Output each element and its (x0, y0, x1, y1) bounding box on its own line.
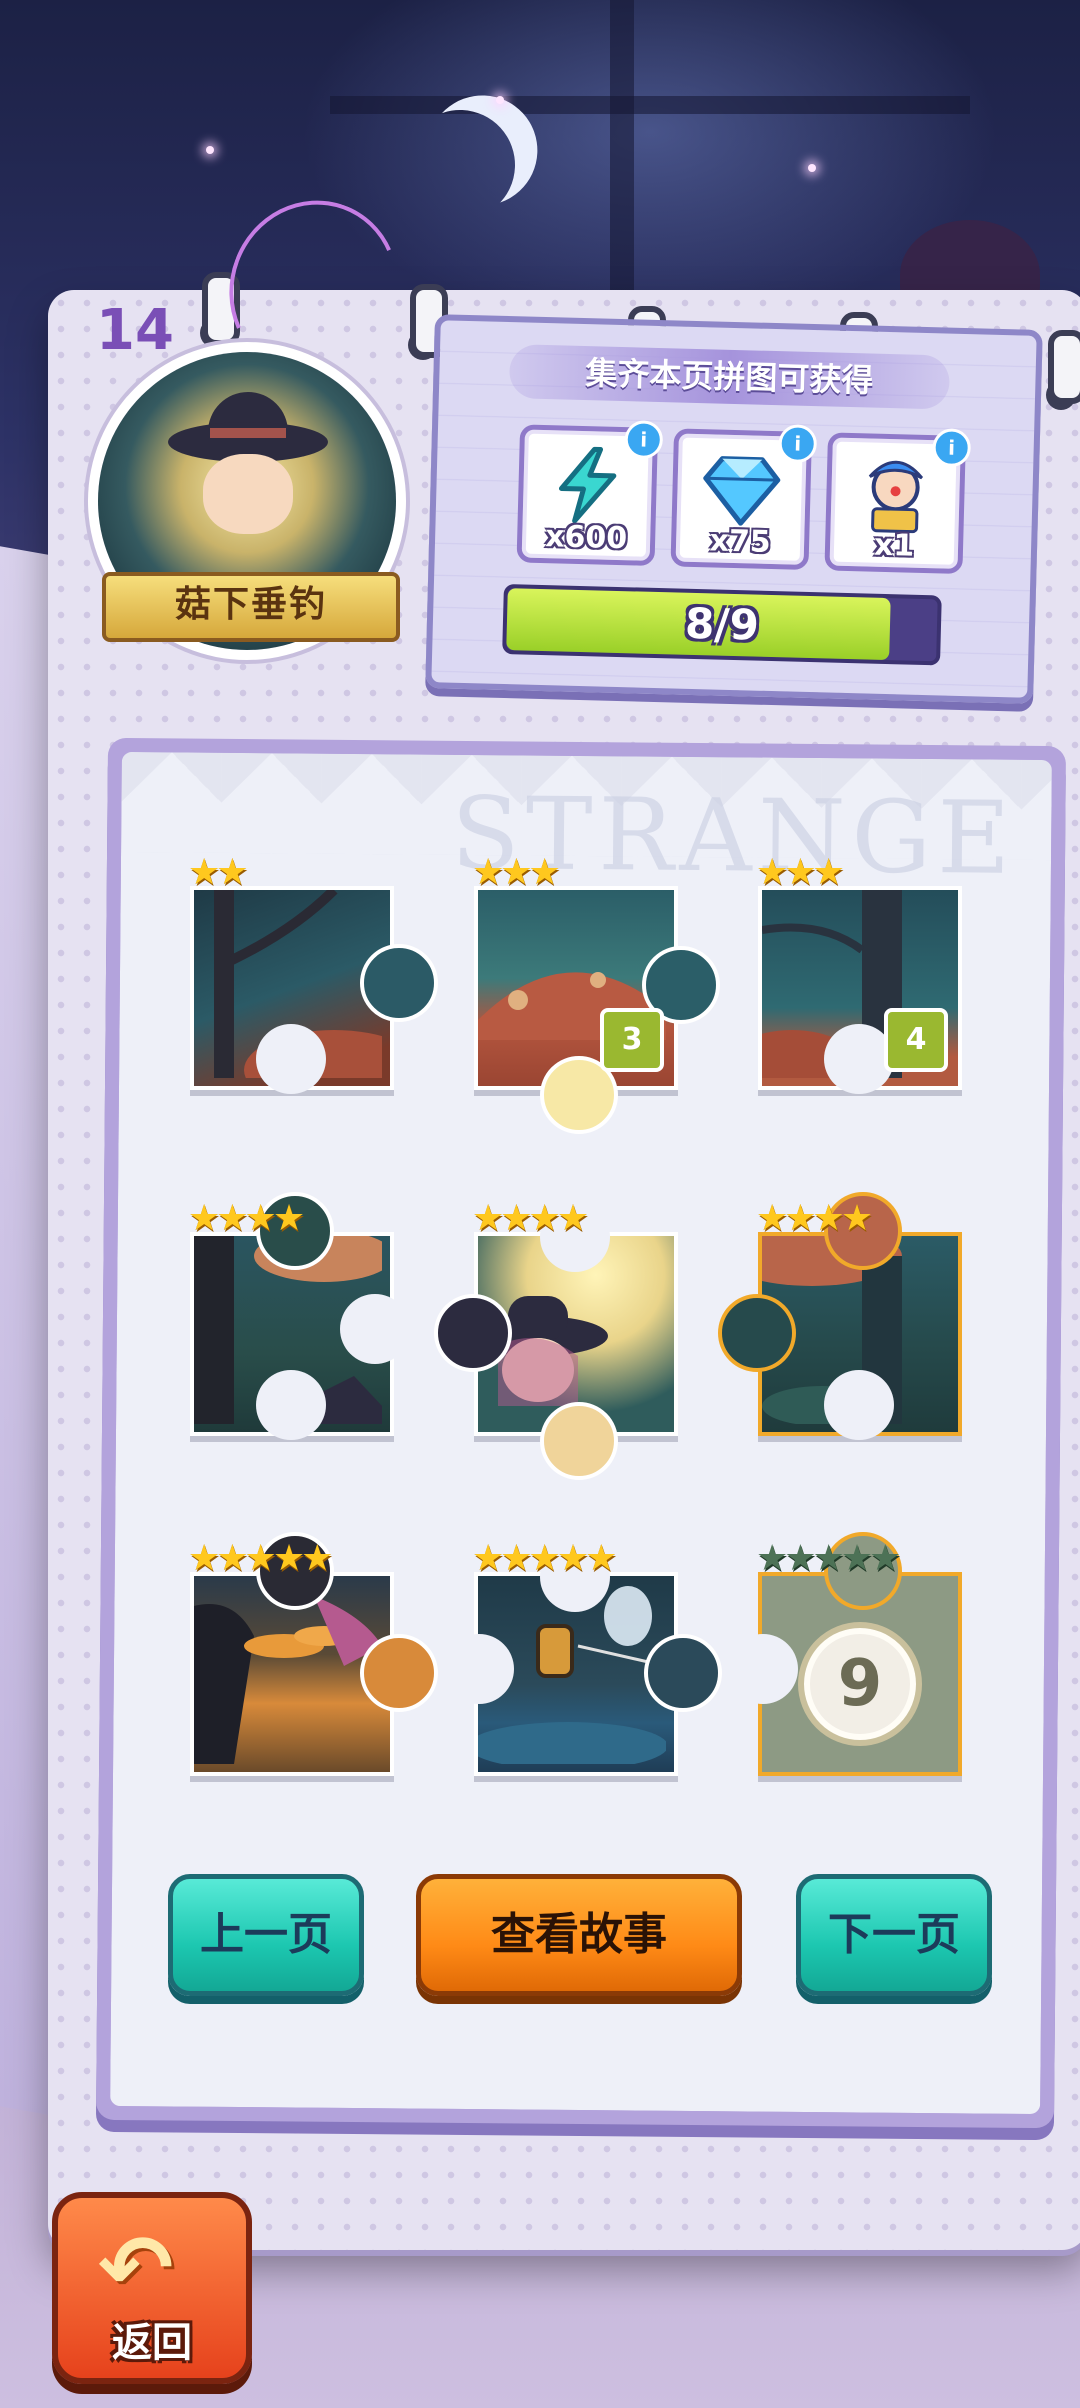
piece-notch (728, 1634, 798, 1704)
return-arrow-icon: ↶ (98, 2216, 174, 2321)
puzzle-piece-9-locked[interactable]: 9 ★★★★★ (728, 1532, 962, 1776)
star-sparkle (496, 96, 504, 104)
piece-notch (444, 1634, 514, 1704)
puzzle-piece-7[interactable]: ★★★★★ (188, 1532, 438, 1776)
piece-knob (718, 1294, 796, 1372)
piece-knob (360, 1634, 438, 1712)
reward-title: 集齐本页拼图可获得 (508, 344, 951, 410)
piece-knob (434, 1294, 512, 1372)
piece-stars: ★★★★★ (472, 1538, 617, 1579)
face (203, 454, 293, 534)
puzzle-piece-5[interactable]: ★★★★ (434, 1198, 678, 1480)
game-screen: 14 菇下垂钓 集齐本页拼图可获得 x600 i x75 i x1 i 8/9 … (0, 0, 1080, 2408)
piece-knob (360, 944, 438, 1022)
window-frame (610, 0, 634, 330)
next-page-button[interactable]: 下一页 (796, 1874, 992, 1996)
puzzle-piece-4[interactable]: ★★★★ (188, 1192, 410, 1440)
piece-stars: ★★★★ (188, 1198, 305, 1239)
back-label: 返回 (112, 2320, 192, 2366)
info-icon[interactable]: i (624, 420, 664, 460)
piece-stars: ★★★ (756, 852, 845, 893)
piece-stars: ★★★ (472, 852, 561, 893)
clown-character-icon (854, 452, 936, 534)
binder-ring (1048, 330, 1080, 404)
piece-knob (644, 1634, 722, 1712)
view-story-button[interactable]: 查看故事 (416, 1874, 742, 1996)
puzzle-piece-8[interactable]: ★★★★★ (444, 1538, 722, 1776)
collection-progress-bar: 8/9 (502, 584, 942, 666)
puzzle-piece-2[interactable]: ★★★ 3 (472, 852, 720, 1134)
badge-title-ribbon: 菇下垂钓 (68, 572, 434, 642)
piece-notch (824, 1370, 894, 1440)
chapter-badge[interactable]: 菇下垂钓 (68, 342, 434, 660)
piece-knob (540, 1402, 618, 1480)
star-sparkle (808, 164, 816, 172)
piece-stars: ★★ (188, 852, 249, 893)
reward-qty: x75 (709, 523, 772, 560)
window-frame (330, 96, 970, 114)
piece-stars: ★★★★★ (188, 1538, 333, 1579)
reward-card: 集齐本页拼图可获得 x600 i x75 i x1 i 8/9 (425, 314, 1043, 704)
progress-text: 8/9 (684, 598, 760, 650)
piece-notch (340, 1294, 410, 1364)
blue-diamond-icon (700, 448, 782, 530)
info-icon[interactable]: i (778, 424, 818, 464)
info-icon[interactable]: i (932, 428, 972, 468)
piece-number-badge: 3 (600, 1008, 664, 1072)
reward-item-diamond[interactable]: x75 i (670, 424, 818, 570)
puzzle-piece-3[interactable]: ★★★ 4 (722, 852, 962, 1110)
hat-band (210, 428, 286, 438)
lightning-energy-icon (547, 444, 629, 526)
puzzle-piece-6[interactable]: ★★★★ (718, 1192, 962, 1440)
piece-notch (256, 1370, 326, 1440)
puzzle-piece-1[interactable]: ★★ (188, 852, 438, 1110)
witch-girl-figure (158, 392, 328, 592)
reward-qty: x1 (873, 527, 915, 564)
star-sparkle (206, 146, 214, 154)
piece-stars: ★★★★★ (756, 1538, 901, 1579)
back-button[interactable]: ↶ 返回 (52, 2192, 252, 2384)
piece-number-badge: 4 (884, 1008, 948, 1072)
locked-piece-number: 9 (798, 1622, 922, 1746)
reward-qty: x600 (544, 519, 628, 557)
reward-item-energy[interactable]: x600 i (516, 420, 664, 566)
reward-item-character[interactable]: x1 i (824, 428, 972, 575)
piece-notch (256, 1024, 326, 1094)
piece-stars: ★★★★ (756, 1198, 873, 1239)
piece-stars: ★★★★ (472, 1198, 589, 1239)
prev-page-button[interactable]: 上一页 (168, 1874, 364, 1996)
